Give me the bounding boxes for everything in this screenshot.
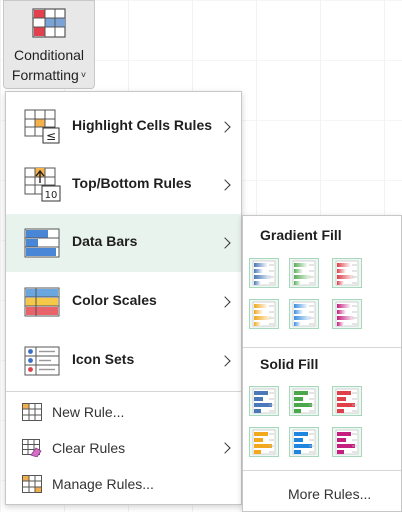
- chevron-right-icon: [219, 355, 231, 367]
- gradient-fill-data-bar-preset[interactable]: [289, 258, 319, 288]
- icon-sets-icon: [24, 346, 60, 376]
- button-label-line1: Conditional: [13, 47, 85, 63]
- svg-text:≤: ≤: [46, 129, 56, 143]
- menu-item-manage-rules[interactable]: Manage Rules...: [6, 467, 241, 501]
- clear-rules-icon: [22, 439, 42, 457]
- menu-item-label: Manage Rules...: [52, 476, 154, 492]
- menu-item-label: Icon Sets: [72, 351, 135, 367]
- solid-fill-data-bar-icon: [252, 388, 276, 414]
- menu-item-color-scales[interactable]: Color Scales: [6, 273, 241, 331]
- chevron-right-icon: [219, 121, 231, 133]
- conditional-formatting-icon: [32, 8, 66, 38]
- solid-fill-data-bar-preset[interactable]: [289, 386, 319, 416]
- menu-item-new-rule[interactable]: New Rule...: [6, 395, 241, 429]
- conditional-formatting-button[interactable]: Conditional Formatting ˅: [3, 0, 95, 89]
- gradient-fill-data-bar-preset[interactable]: [332, 258, 362, 288]
- menu-item-label: Clear Rules: [52, 440, 126, 456]
- submenu-separator: [243, 470, 401, 471]
- new-rule-icon: [22, 403, 42, 421]
- chevron-right-icon: [219, 237, 231, 249]
- chevron-down-icon: ˅: [80, 70, 87, 80]
- solid-fill-data-bar-icon: [292, 429, 316, 455]
- menu-item-highlight-cells-rules[interactable]: ≤ Highlight Cells Rules: [6, 98, 241, 156]
- menu-item-label: Data Bars: [72, 233, 138, 249]
- solid-fill-heading: Solid Fill: [260, 356, 319, 372]
- solid-fill-data-bar-icon: [335, 429, 359, 455]
- solid-fill-data-bar-preset[interactable]: [332, 386, 362, 416]
- conditional-formatting-menu: ≤ Highlight Cells Rules 10 Top/Bottom Ru…: [5, 91, 242, 505]
- color-scales-icon: [24, 287, 60, 317]
- manage-rules-icon: [22, 475, 42, 493]
- gradient-fill-data-bar-icon: [335, 301, 359, 327]
- data-bars-icon: [24, 228, 60, 258]
- chevron-right-icon: [219, 179, 231, 191]
- top-bottom-rules-icon: 10: [24, 167, 61, 202]
- solid-fill-data-bar-preset[interactable]: [249, 386, 279, 416]
- solid-fill-data-bar-preset[interactable]: [289, 427, 319, 457]
- chevron-right-icon: [219, 296, 231, 308]
- menu-item-label: Top/Bottom Rules: [72, 175, 192, 191]
- solid-fill-data-bar-icon: [292, 388, 316, 414]
- menu-item-icon-sets[interactable]: Icon Sets: [6, 332, 241, 390]
- gradient-fill-data-bar-preset[interactable]: [249, 299, 279, 329]
- submenu-separator: [243, 347, 401, 348]
- solid-fill-data-bar-icon: [252, 429, 276, 455]
- more-rules-link[interactable]: More Rules...: [288, 486, 371, 502]
- gradient-fill-data-bar-icon: [252, 260, 276, 286]
- gradient-fill-data-bar-icon: [252, 301, 276, 327]
- menu-item-data-bars[interactable]: Data Bars: [6, 214, 241, 272]
- menu-item-label: New Rule...: [52, 404, 125, 420]
- menu-item-label: Color Scales: [72, 292, 157, 308]
- data-bars-submenu: Gradient Fill Solid Fill More Rules...: [242, 215, 402, 512]
- svg-text:10: 10: [45, 190, 58, 201]
- chevron-right-icon: [219, 442, 231, 454]
- highlight-cells-rules-icon: ≤: [24, 109, 60, 144]
- gradient-fill-data-bar-preset[interactable]: [332, 299, 362, 329]
- solid-fill-data-bar-preset[interactable]: [332, 427, 362, 457]
- menu-item-top-bottom-rules[interactable]: 10 Top/Bottom Rules: [6, 156, 241, 214]
- gradient-fill-data-bar-icon: [335, 260, 359, 286]
- gradient-fill-data-bar-preset[interactable]: [289, 299, 319, 329]
- solid-fill-data-bar-preset[interactable]: [249, 427, 279, 457]
- gradient-fill-heading: Gradient Fill: [260, 227, 342, 243]
- menu-item-clear-rules[interactable]: Clear Rules: [6, 431, 241, 465]
- solid-fill-data-bar-icon: [335, 388, 359, 414]
- gradient-fill-data-bar-preset[interactable]: [249, 258, 279, 288]
- menu-separator: [6, 391, 241, 392]
- gradient-fill-data-bar-icon: [292, 301, 316, 327]
- gradient-fill-data-bar-icon: [292, 260, 316, 286]
- button-label-line2: Formatting ˅: [11, 67, 87, 83]
- menu-item-label: Highlight Cells Rules: [72, 117, 213, 133]
